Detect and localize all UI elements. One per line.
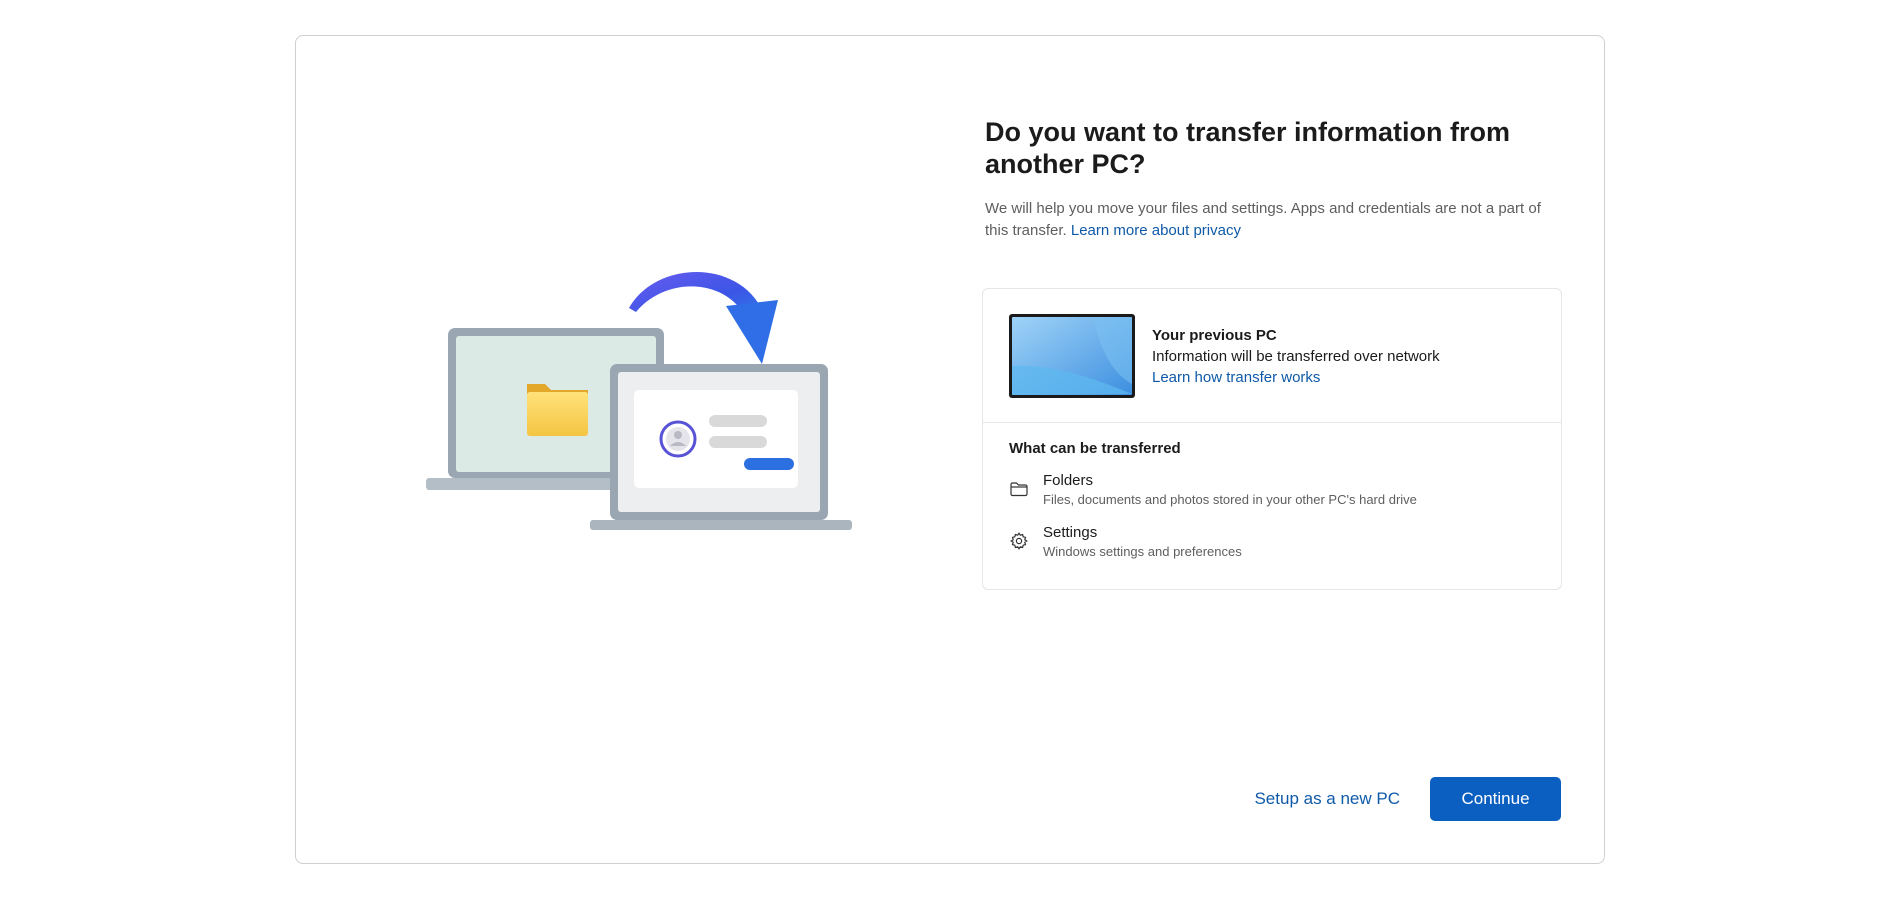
footer-actions: Setup as a new PC Continue	[1242, 777, 1561, 821]
previous-pc-thumbnail	[1009, 314, 1135, 398]
page-description: We will help you move your files and set…	[985, 198, 1565, 242]
folder-icon	[1010, 482, 1028, 497]
transfer-item-text: Settings Windows settings and preference…	[1043, 523, 1242, 561]
oobe-card: Do you want to transfer information from…	[295, 35, 1605, 864]
transfer-item-description: Files, documents and photos stored in yo…	[1043, 492, 1417, 507]
description-text: We will help you move your files and set…	[985, 200, 1541, 239]
transfer-item-settings: Settings Windows settings and preference…	[1009, 523, 1535, 561]
transfer-item-name: Folders	[1043, 472, 1094, 489]
previous-pc-title: Your previous PC	[1152, 326, 1277, 344]
user-avatar-illustration	[659, 420, 697, 458]
transfer-illustration	[426, 271, 852, 530]
transfer-card: Your previous PC Information will be tra…	[982, 288, 1562, 590]
folder-illustration	[527, 384, 588, 436]
previous-pc-info: Your previous PC Information will be tra…	[1152, 325, 1440, 388]
continue-button[interactable]: Continue	[1430, 777, 1561, 821]
transfer-item-name: Settings	[1043, 524, 1098, 541]
previous-pc-row: Your previous PC Information will be tra…	[983, 289, 1561, 423]
page-title: Do you want to transfer information from…	[985, 117, 1511, 179]
setup-new-pc-button[interactable]: Setup as a new PC	[1242, 779, 1412, 819]
content-pane: Do you want to transfer information from…	[982, 116, 1565, 590]
gear-icon	[1010, 532, 1028, 550]
previous-pc-subtitle: Information will be transferred over net…	[1152, 347, 1440, 365]
transferable-title: What can be transferred	[1009, 440, 1181, 457]
transfer-item-description: Windows settings and preferences	[1043, 544, 1242, 559]
transfer-item-folders: Folders Files, documents and photos stor…	[1009, 471, 1535, 509]
privacy-link[interactable]: Learn more about privacy	[1071, 222, 1241, 239]
transferable-section: What can be transferred Folders Files, d…	[983, 423, 1561, 589]
transfer-info-link[interactable]: Learn how transfer works	[1152, 369, 1320, 386]
new-laptop	[590, 364, 852, 530]
transfer-item-text: Folders Files, documents and photos stor…	[1043, 471, 1417, 509]
